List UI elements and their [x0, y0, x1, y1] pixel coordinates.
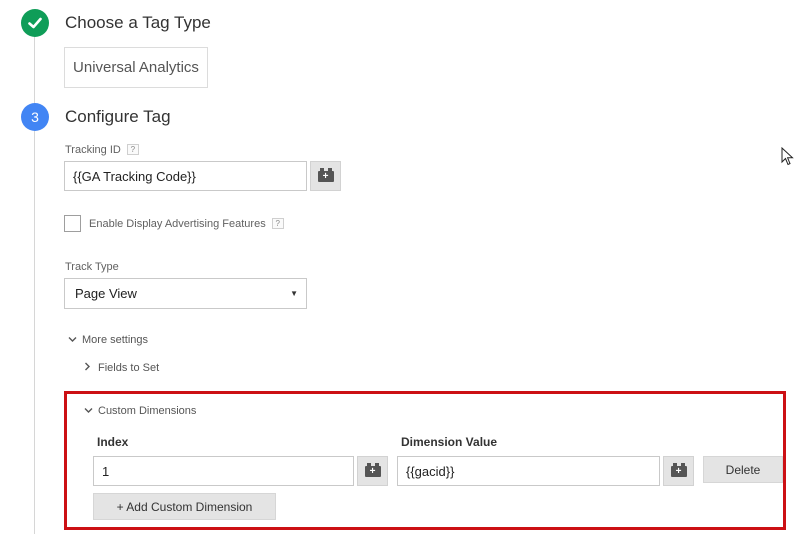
dimension-value-input[interactable]: {{gacid}}	[397, 456, 660, 486]
tag-type-card[interactable]: Universal Analytics	[64, 47, 208, 88]
fields-to-set-label: Fields to Set	[98, 362, 160, 374]
add-custom-dimension-button[interactable]: + Add Custom Dimension	[93, 493, 276, 520]
chevron-down-icon	[68, 334, 82, 346]
display-advertising-checkbox[interactable]	[64, 215, 81, 232]
track-type-select[interactable]: Page View ▼	[64, 278, 307, 309]
chevron-down-icon	[84, 405, 98, 417]
mouse-cursor-icon	[781, 146, 794, 171]
chevron-right-icon	[84, 362, 98, 374]
custom-dimensions-toggle[interactable]: Custom Dimensions	[84, 405, 196, 417]
step-title-configure-tag: Configure Tag	[65, 107, 171, 126]
tracking-id-label-text: Tracking ID	[65, 144, 121, 156]
tracking-id-variable-button[interactable]: +	[310, 161, 341, 191]
custom-dimensions-label: Custom Dimensions	[98, 405, 197, 417]
step-number-badge: 3	[21, 103, 49, 131]
display-advertising-label-text: Enable Display Advertising Features	[89, 218, 266, 230]
variable-brick-icon: +	[364, 462, 381, 477]
dimension-index-input[interactable]: 1	[93, 456, 354, 486]
display-advertising-label: Enable Display Advertising Features?	[89, 218, 284, 230]
dimension-value-variable-button[interactable]: +	[663, 456, 694, 486]
variable-brick-icon: +	[317, 167, 334, 182]
track-type-label: Track Type	[65, 261, 119, 273]
fields-to-set-toggle[interactable]: Fields to Set	[84, 362, 159, 374]
tracking-id-help-icon[interactable]: ?	[126, 144, 139, 155]
dimension-value-column-header: Dimension Value	[401, 435, 498, 449]
variable-brick-icon: +	[670, 462, 687, 477]
more-settings-label: More settings	[82, 334, 149, 346]
delete-dimension-button[interactable]: Delete	[703, 456, 783, 483]
index-column-header: Index	[97, 435, 129, 449]
dropdown-arrow-icon: ▼	[290, 289, 298, 298]
tracking-id-label: Tracking ID?	[65, 144, 139, 156]
dimension-index-variable-button[interactable]: +	[357, 456, 388, 486]
step-title-tag-type[interactable]: Choose a Tag Type	[65, 13, 211, 33]
tracking-id-input[interactable]: {{GA Tracking Code}}	[64, 161, 307, 191]
step-complete-check-icon	[21, 9, 49, 37]
display-advertising-help-icon[interactable]: ?	[271, 218, 284, 229]
track-type-selected-value: Page View	[75, 286, 137, 301]
more-settings-toggle[interactable]: More settings	[68, 334, 148, 346]
